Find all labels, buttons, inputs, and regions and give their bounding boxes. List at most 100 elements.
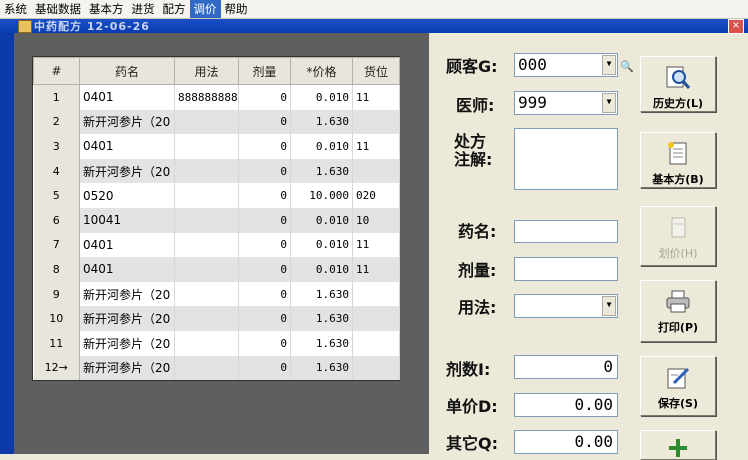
drug-name-cell[interactable]: 新开河参片（20 <box>79 306 175 331</box>
price-cell[interactable]: 1.630 <box>290 158 353 184</box>
column-header[interactable]: *价格 <box>290 57 353 85</box>
usage-cell[interactable]: 888888888 <box>174 84 239 110</box>
dose-cell[interactable]: 0 <box>238 134 291 159</box>
table-row[interactable]: 9 新开河参片（20 0 1.630 <box>33 281 400 307</box>
row-number[interactable]: 6 <box>33 207 80 233</box>
chevron-down-icon[interactable]: ▼ <box>602 93 616 113</box>
dose-cell[interactable]: 0 <box>238 257 291 282</box>
basic-button[interactable]: 基本方(B) <box>640 132 716 188</box>
location-cell[interactable]: 10 <box>352 207 400 233</box>
column-header[interactable]: 用法 <box>174 57 239 85</box>
price-cell[interactable]: 1.630 <box>290 306 353 331</box>
usage-cell[interactable] <box>174 257 239 282</box>
row-number[interactable]: 5 <box>33 183 80 208</box>
column-header[interactable]: # <box>33 57 80 85</box>
table-row[interactable]: 10 新开河参片（20 0 1.630 <box>33 306 400 331</box>
usage-cell[interactable] <box>174 330 239 356</box>
dose-cell[interactable]: 0 <box>238 207 291 233</box>
row-number[interactable]: 4 <box>33 158 80 184</box>
note-textarea[interactable] <box>514 128 618 190</box>
dose-cell[interactable]: 0 <box>238 281 291 307</box>
row-number[interactable]: 10 <box>33 306 80 331</box>
dose-cell[interactable]: 0 <box>238 232 291 258</box>
usage-cell[interactable] <box>174 281 239 307</box>
table-row[interactable]: 12→ 新开河参片（20 0 1.630 <box>33 355 400 381</box>
usage-cell[interactable] <box>174 232 239 258</box>
customer-combo[interactable]: 000 ▼ <box>514 53 618 77</box>
table-row[interactable]: 11 新开河参片（20 0 1.630 <box>33 330 400 356</box>
table-row[interactable]: 6 10041 0 0.010 10 <box>33 207 400 233</box>
drug-name-cell[interactable]: 0401 <box>79 232 175 258</box>
price-cell[interactable]: 1.630 <box>290 355 353 381</box>
menu-item[interactable]: 帮助 <box>221 0 252 18</box>
menu-item[interactable]: 调价 <box>189 0 221 18</box>
drug-name-cell[interactable]: 新开河参片（20 <box>79 109 175 135</box>
location-cell[interactable] <box>352 330 400 356</box>
dose-cell[interactable]: 0 <box>238 158 291 184</box>
row-number[interactable]: 2 <box>33 109 80 135</box>
dose-cell[interactable]: 0 <box>238 330 291 356</box>
price-cell[interactable]: 0.010 <box>290 84 353 110</box>
dose-cell[interactable]: 0 <box>238 306 291 331</box>
location-cell[interactable] <box>352 281 400 307</box>
divide-button[interactable]: 划价(H) <box>640 206 716 266</box>
usage-cell[interactable] <box>174 134 239 159</box>
table-row[interactable]: 3 0401 0 0.010 11 <box>33 134 400 159</box>
price-cell[interactable]: 0.010 <box>290 257 353 282</box>
drug-name-cell[interactable]: 新开河参片（20 <box>79 158 175 184</box>
close-button[interactable]: × <box>728 19 744 34</box>
price-cell[interactable]: 1.630 <box>290 330 353 356</box>
row-number[interactable]: 11 <box>33 330 80 356</box>
dose-cell[interactable]: 0 <box>238 183 291 208</box>
price-cell[interactable]: 0.010 <box>290 232 353 258</box>
table-row[interactable]: 8 0401 0 0.010 11 <box>33 257 400 282</box>
column-header[interactable]: 剂量 <box>238 57 291 85</box>
drug-name-cell[interactable]: 0520 <box>79 183 175 208</box>
location-cell[interactable]: 11 <box>352 84 400 110</box>
row-number[interactable]: 9 <box>33 281 80 307</box>
usage-cell[interactable] <box>174 158 239 184</box>
menu-item[interactable]: 基础数据 <box>31 0 85 18</box>
price-cell[interactable]: 1.630 <box>290 109 353 135</box>
row-number[interactable]: 8 <box>33 257 80 282</box>
dose-cell[interactable]: 0 <box>238 109 291 135</box>
column-header[interactable]: 药名 <box>79 57 175 85</box>
save-button[interactable]: 保存(S) <box>640 356 716 416</box>
drug-name-cell[interactable]: 新开河参片（20 <box>79 330 175 356</box>
usage-cell[interactable] <box>174 355 239 381</box>
doctor-combo[interactable]: 999 ▼ <box>514 91 618 115</box>
print-button[interactable]: 打印(P) <box>640 280 716 342</box>
prescription-grid[interactable]: # 药名 用法 剂量 *价格 货位 1 0401 888888888 0 0.010 11 2 新开河参… <box>32 56 400 382</box>
drug-name-cell[interactable]: 新开河参片（20 <box>79 355 175 381</box>
location-cell[interactable]: 11 <box>352 257 400 282</box>
row-number[interactable]: 7 <box>33 232 80 258</box>
table-row[interactable]: 4 新开河参片（20 0 1.630 <box>33 158 400 184</box>
location-cell[interactable] <box>352 355 400 381</box>
history-button[interactable]: 历史方(L) <box>640 56 716 112</box>
count-input[interactable]: 0 <box>514 355 618 379</box>
table-row[interactable]: 1 0401 888888888 0 0.010 11 <box>33 84 400 110</box>
chevron-down-icon[interactable]: ▼ <box>602 55 616 75</box>
price-cell[interactable]: 1.630 <box>290 281 353 307</box>
chevron-down-icon[interactable]: ▼ <box>602 296 616 316</box>
drug-name-cell[interactable]: 0401 <box>79 257 175 282</box>
location-cell[interactable]: 020 <box>352 183 400 208</box>
table-row[interactable]: 2 新开河参片（20 0 1.630 <box>33 109 400 135</box>
location-cell[interactable] <box>352 158 400 184</box>
row-number[interactable]: 1 <box>33 84 80 110</box>
drug-name-cell[interactable]: 0401 <box>79 134 175 159</box>
row-number[interactable]: 3 <box>33 134 80 159</box>
location-cell[interactable]: 11 <box>352 232 400 258</box>
menu-item[interactable]: 配方 <box>159 0 190 18</box>
location-cell[interactable] <box>352 109 400 135</box>
price-cell[interactable]: 0.010 <box>290 134 353 159</box>
menu-item[interactable]: 基本方 <box>85 0 128 18</box>
usage-cell[interactable] <box>174 109 239 135</box>
drug-name-cell[interactable]: 新开河参片（20 <box>79 281 175 307</box>
dose-cell[interactable]: 0 <box>238 84 291 110</box>
usage-cell[interactable] <box>174 207 239 233</box>
add-button[interactable] <box>640 430 716 460</box>
dose-cell[interactable]: 0 <box>238 355 291 381</box>
drug-input[interactable] <box>514 220 618 243</box>
row-number[interactable]: 12→ <box>33 355 80 381</box>
